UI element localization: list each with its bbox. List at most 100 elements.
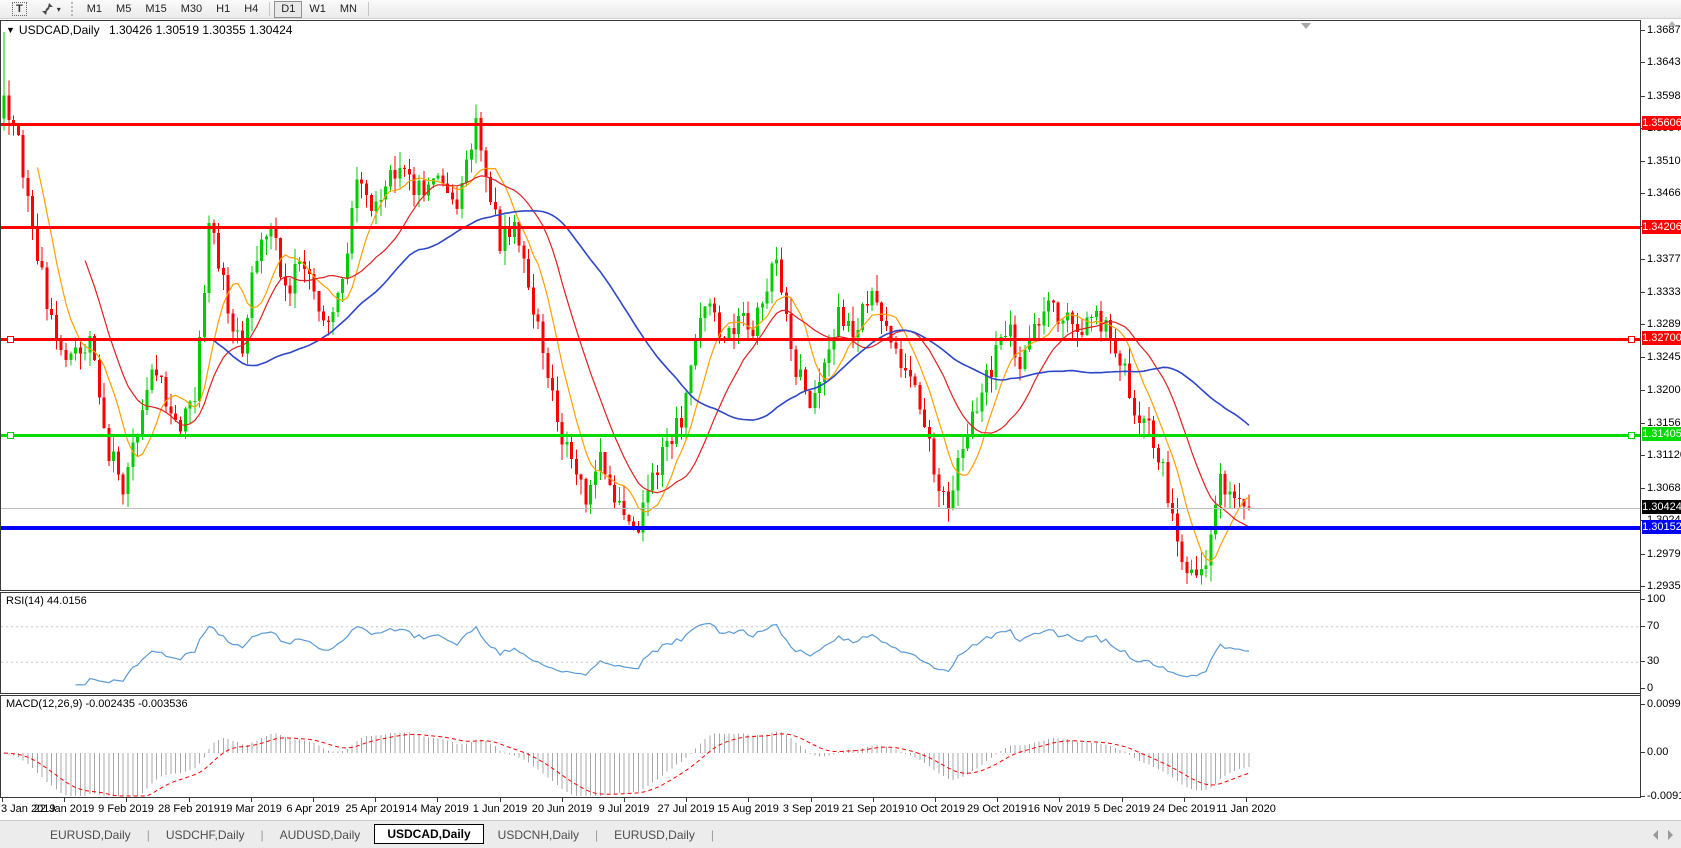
price-chart-panel[interactable]: ▼USDCAD,Daily 1.30426 1.30519 1.30355 1.…	[0, 20, 1640, 591]
price-tick-label: 1.35980	[1647, 90, 1681, 102]
cycle-arrows-icon	[41, 3, 54, 15]
date-label: 19 Mar 2019	[220, 803, 282, 815]
date-label: 3 Sep 2019	[783, 803, 839, 815]
date-tick-mark	[126, 798, 127, 802]
level-handle[interactable]	[1628, 336, 1635, 343]
axis-tick-mark	[1641, 796, 1645, 797]
candlestick-canvas[interactable]	[1, 21, 1640, 590]
date-label: 15 Aug 2019	[717, 803, 779, 815]
axis-tick-mark	[1641, 586, 1645, 587]
date-tick-mark	[500, 798, 501, 802]
chart-tab-eurusd-0[interactable]: EURUSD,Daily	[36, 826, 145, 844]
axis-tick-mark	[1641, 626, 1645, 627]
axis-tick-mark	[1641, 752, 1645, 753]
axis-tick-mark	[1641, 161, 1645, 162]
axis-tick-mark	[1641, 30, 1645, 31]
timeframe-button-h1[interactable]: H1	[209, 1, 237, 18]
timeframe-button-m15[interactable]: M15	[138, 1, 173, 18]
level-handle[interactable]	[1628, 432, 1635, 439]
toolbar-separator	[269, 2, 270, 16]
date-tick-mark	[375, 798, 376, 802]
timeframe-button-m5[interactable]: M5	[109, 1, 138, 18]
level-price-badge: 1.35606	[1642, 116, 1681, 130]
rsi-tick-label: 0	[1647, 682, 1653, 694]
chart-tab-audusd-2[interactable]: AUDUSD,Daily	[266, 826, 375, 844]
timeframe-button-m30[interactable]: M30	[174, 1, 209, 18]
chart-tab-usdcad-3[interactable]: USDCAD,Daily	[374, 824, 483, 844]
price-tick-label: 1.29350	[1647, 580, 1681, 592]
date-label: 6 Apr 2019	[286, 803, 339, 815]
date-axis[interactable]: 3 Jan 201922 Jan 20199 Feb 201928 Feb 20…	[0, 798, 1640, 820]
date-label: 21 Sep 2019	[842, 803, 904, 815]
symbol-dropdown-icon[interactable]: ▼	[6, 25, 15, 35]
price-tick-label: 1.36430	[1647, 56, 1681, 68]
horizontal-level-line-1.34206[interactable]	[1, 226, 1640, 229]
date-tick-mark	[935, 798, 936, 802]
date-label: 1 Jun 2019	[473, 803, 527, 815]
timeframe-button-d1[interactable]: D1	[274, 1, 302, 18]
tab-separator: |	[711, 828, 714, 842]
price-tick-label: 1.32890	[1647, 318, 1681, 330]
cycle-symbols-button[interactable]: ▾	[34, 1, 68, 18]
toolbar: T ▾ M1M5M15M30H1H4 D1W1MN	[0, 0, 1681, 19]
date-tick-mark	[562, 798, 563, 802]
axis-tick-mark	[1641, 554, 1645, 555]
level-price-badge: 1.31405	[1642, 427, 1681, 441]
timeframe-button-mn[interactable]: MN	[333, 1, 364, 18]
axis-tick-mark	[1641, 259, 1645, 260]
date-label: 10 Oct 2019	[905, 803, 965, 815]
horizontal-level-line-1.35606[interactable]	[1, 123, 1640, 126]
macd-tick-label: -0.00915	[1647, 790, 1681, 802]
rsi-tick-label: 70	[1647, 620, 1659, 632]
date-tick-mark	[811, 798, 812, 802]
date-tick-mark	[997, 798, 998, 802]
chart-shift-marker-icon[interactable]	[1301, 23, 1311, 29]
date-label: 5 Dec 2019	[1094, 803, 1150, 815]
date-label: 27 Jul 2019	[658, 803, 715, 815]
current-price-badge: 1.30424	[1642, 500, 1681, 514]
tab-scroll-left-icon[interactable]	[1653, 830, 1658, 840]
price-tick-label: 1.35100	[1647, 155, 1681, 167]
axis-tick-mark	[1641, 423, 1645, 424]
date-tick-mark	[437, 798, 438, 802]
rsi-tick-label: 30	[1647, 655, 1659, 667]
axis-tick-mark	[1641, 292, 1645, 293]
date-label: 28 Feb 2019	[158, 803, 220, 815]
macd-panel[interactable]: MACD(12,26,9) -0.002435 -0.003536	[0, 695, 1640, 798]
price-axis[interactable]: 1.368701.364301.359801.355401.351001.346…	[1640, 20, 1681, 798]
date-label: 9 Jul 2019	[599, 803, 650, 815]
chart-tab-bar: EURUSD,Daily|USDCHF,Daily|AUDUSD,DailyUS…	[0, 820, 1681, 848]
mt4-window: T ▾ M1M5M15M30H1H4D1W1MN ▼USDCAD,Daily 1…	[0, 0, 1681, 848]
price-tick-label: 1.32450	[1647, 351, 1681, 363]
level-price-badge: 1.30152	[1642, 520, 1681, 534]
timeframe-button-h4[interactable]: H4	[237, 1, 265, 18]
price-tick-label: 1.34660	[1647, 187, 1681, 199]
date-label: 14 May 2019	[405, 803, 469, 815]
horizontal-level-line-1.31405[interactable]	[1, 434, 1640, 437]
chevron-down-icon: ▾	[57, 5, 61, 14]
date-label: 16 Nov 2019	[1028, 803, 1090, 815]
level-handle[interactable]	[7, 432, 14, 439]
rsi-panel[interactable]: RSI(14) 44.0156	[0, 592, 1640, 694]
chart-title-ohlc: 1.30426 1.30519 1.30355 1.30424	[109, 23, 293, 37]
text-label-tool-button[interactable]: T	[5, 1, 34, 18]
date-label: 9 Feb 2019	[98, 803, 154, 815]
timeframe-button-w1[interactable]: W1	[302, 1, 333, 18]
price-tick-label: 1.29790	[1647, 548, 1681, 560]
tab-scroll-right-icon[interactable]	[1668, 830, 1673, 840]
date-tick-mark	[748, 798, 749, 802]
horizontal-level-line-1.32700[interactable]	[1, 338, 1640, 341]
level-handle[interactable]	[7, 336, 14, 343]
axis-tick-mark	[1641, 62, 1645, 63]
axis-tick-mark	[1641, 661, 1645, 662]
date-label: 24 Dec 2019	[1153, 803, 1215, 815]
timeframe-button-m1[interactable]: M1	[80, 1, 109, 18]
chart-tab-usdcnh-4[interactable]: USDCNH,Daily	[484, 826, 593, 844]
axis-scroll-up-icon[interactable]	[1668, 21, 1676, 26]
axis-tick-mark	[1641, 357, 1645, 358]
axis-tick-mark	[1641, 390, 1645, 391]
chart-tab-eurusd-5[interactable]: EURUSD,Daily	[600, 826, 709, 844]
horizontal-level-line-1.30152[interactable]	[1, 526, 1640, 530]
date-label: 11 Jan 2020	[1216, 803, 1276, 815]
chart-tab-usdchf-1[interactable]: USDCHF,Daily	[152, 826, 259, 844]
